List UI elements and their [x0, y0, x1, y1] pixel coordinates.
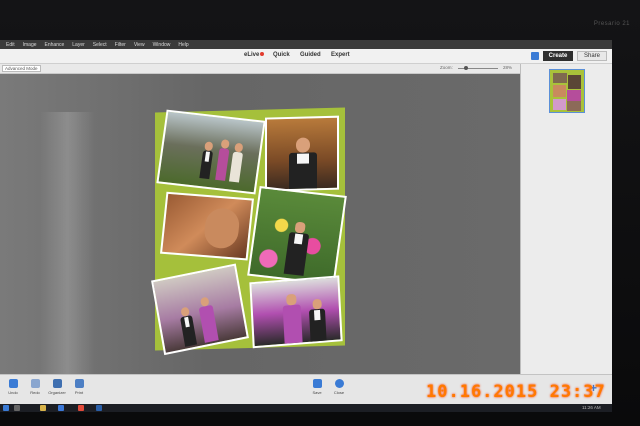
close-label: Close — [333, 390, 345, 395]
person-figure — [180, 306, 198, 347]
photo-family-indoor[interactable] — [151, 263, 249, 356]
menu-view[interactable]: View — [134, 42, 145, 48]
zoom-label: Zoom: — [440, 65, 453, 70]
menu-window[interactable]: Window — [153, 42, 171, 48]
advanced-mode-button[interactable]: Advanced Mode — [2, 65, 41, 72]
menu-bar: Edit Image Enhance Layer Select Filter V… — [0, 40, 612, 49]
print-icon — [74, 379, 84, 388]
person-figure — [215, 139, 230, 181]
menu-edit[interactable]: Edit — [6, 42, 15, 48]
person-figure — [282, 293, 303, 346]
menu-layer[interactable]: Layer — [72, 42, 85, 48]
photo-boy-portrait[interactable] — [265, 115, 339, 192]
zoom-slider-thumb[interactable] — [464, 66, 468, 70]
mode-expert[interactable]: Expert — [331, 52, 350, 58]
open-icon[interactable] — [531, 52, 539, 60]
organizer-label: Organizer — [48, 390, 66, 395]
mode-quick[interactable]: Quick — [273, 52, 290, 58]
monitor-brand-label: Presario 21 — [593, 21, 630, 27]
mode-guided[interactable]: Guided — [300, 52, 321, 58]
menu-filter[interactable]: Filter — [115, 42, 126, 48]
screen: Edit Image Enhance Layer Select Filter V… — [0, 40, 612, 412]
close-button[interactable]: Close — [328, 379, 350, 395]
undo-button[interactable]: Undo — [2, 379, 24, 395]
screen-glare — [40, 112, 95, 392]
person-figure — [229, 142, 244, 183]
close-icon — [334, 379, 344, 388]
person-figure — [283, 221, 310, 276]
undo-label: Undo — [8, 390, 18, 395]
photo-boy-flowers[interactable] — [247, 186, 347, 286]
save-button[interactable]: Save — [306, 379, 328, 395]
person-figure — [198, 296, 219, 343]
app-icon[interactable] — [78, 405, 84, 411]
menu-help[interactable]: Help — [178, 42, 188, 48]
photo-family-outdoor[interactable] — [156, 109, 266, 195]
print-button[interactable]: Print — [68, 379, 90, 395]
photo-mother-son[interactable] — [249, 275, 343, 349]
start-icon[interactable] — [3, 405, 9, 411]
redo-button[interactable]: Redo — [24, 379, 46, 395]
undo-icon — [8, 379, 18, 388]
photo-collage[interactable] — [151, 107, 347, 356]
person-figure — [308, 298, 327, 344]
face-closeup — [202, 207, 241, 250]
collage-thumbnail[interactable] — [549, 69, 585, 113]
print-label: Print — [74, 390, 84, 395]
mode-elive-label: eLive — [244, 52, 260, 58]
save-label: Save — [312, 390, 322, 395]
options-bar: Advanced Mode Zoom: 28% — [0, 64, 520, 74]
menu-image[interactable]: Image — [23, 42, 37, 48]
person-figure — [289, 137, 317, 191]
taskbar-clock: 11:26 AM — [582, 405, 601, 410]
browser-icon[interactable] — [58, 405, 64, 411]
menu-enhance[interactable]: Enhance — [45, 42, 65, 48]
notification-badge — [260, 52, 265, 56]
organizer-icon — [52, 379, 62, 388]
photo-boy-closeup[interactable] — [160, 191, 254, 261]
save-icon — [312, 379, 322, 388]
mode-elive[interactable]: eLive — [244, 52, 265, 58]
share-button[interactable]: Share — [577, 51, 607, 61]
search-icon[interactable] — [14, 405, 20, 411]
folder-icon[interactable] — [40, 405, 46, 411]
os-taskbar: 11:26 AM — [0, 404, 612, 412]
zoom-value: 28% — [503, 65, 513, 70]
camera-date-stamp: 10.16.2015 23:37 — [426, 382, 606, 402]
redo-icon — [30, 379, 40, 388]
mode-bar: eLive Quick Guided Expert Create Share — [0, 49, 612, 64]
person-figure — [199, 141, 214, 180]
redo-label: Redo — [30, 390, 40, 395]
menu-select[interactable]: Select — [93, 42, 107, 48]
organizer-button[interactable]: Organizer — [46, 379, 68, 395]
photoshop-icon[interactable] — [96, 405, 102, 411]
create-button[interactable]: Create — [543, 51, 573, 61]
right-panel — [520, 64, 612, 374]
